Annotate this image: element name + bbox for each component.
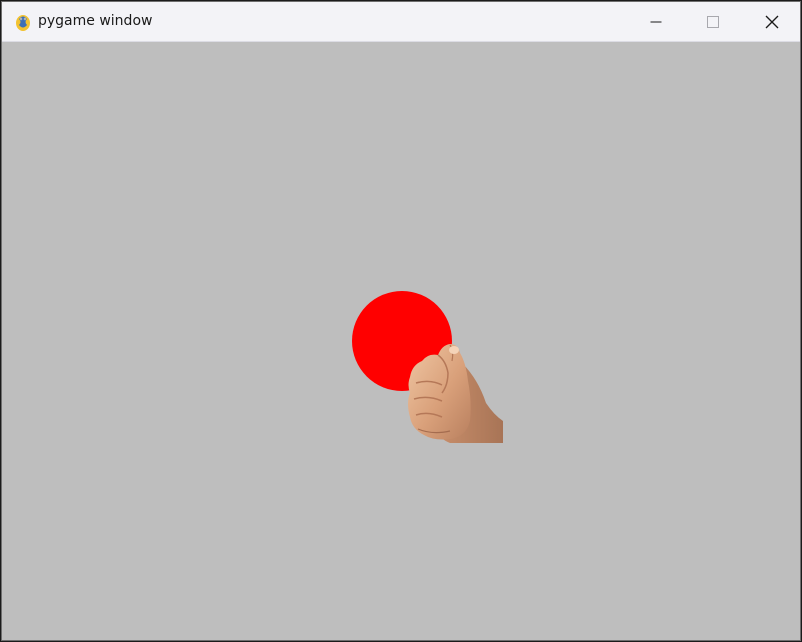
- minimize-icon: [650, 21, 662, 23]
- pygame-window: pygame window: [1, 1, 801, 641]
- close-button[interactable]: [744, 2, 800, 42]
- minimize-button[interactable]: [628, 2, 684, 42]
- pygame-snake-icon: [16, 15, 30, 31]
- title-bar[interactable]: pygame window: [2, 2, 800, 42]
- close-icon: [765, 15, 779, 29]
- game-canvas[interactable]: [2, 42, 800, 640]
- window-title: pygame window: [38, 13, 153, 29]
- maximize-icon: [707, 16, 719, 28]
- maximize-button[interactable]: [685, 2, 741, 42]
- fist-image: [408, 344, 503, 443]
